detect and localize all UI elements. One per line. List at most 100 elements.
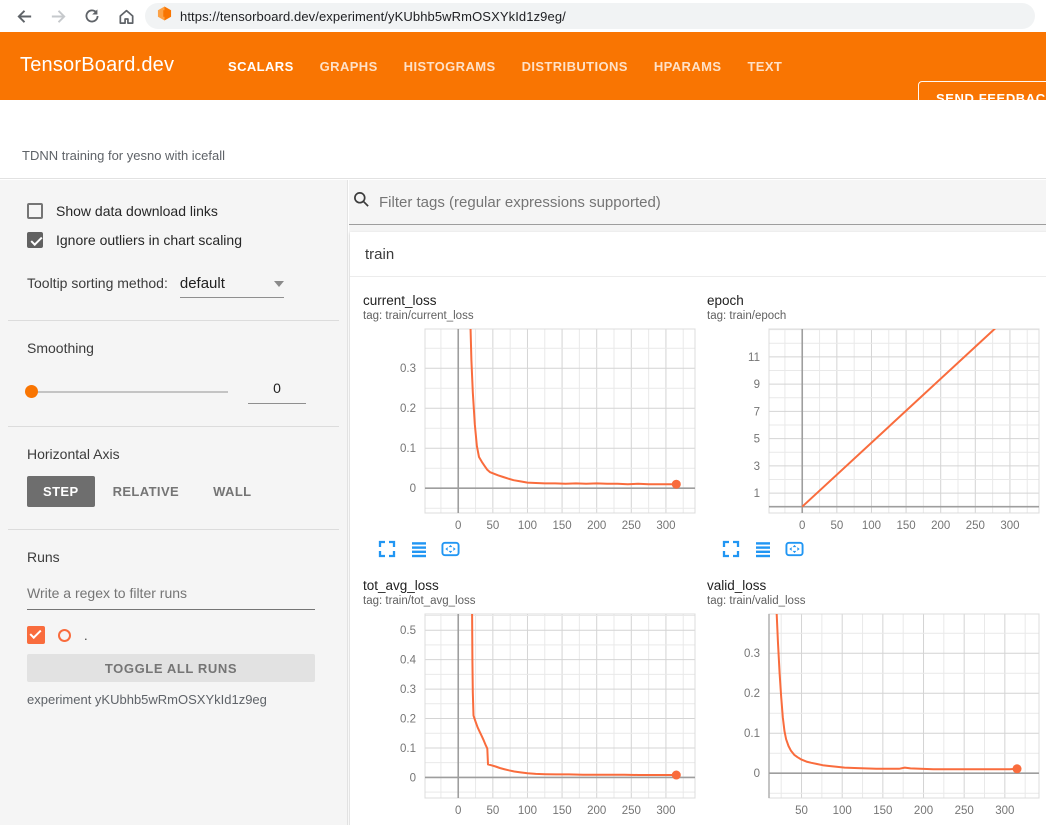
svg-text:50: 50	[486, 805, 499, 817]
run-selector-icon[interactable]	[753, 540, 772, 559]
svg-text:11: 11	[748, 352, 760, 364]
scalar-chart-card: current_loss tag: train/current_loss 050…	[360, 287, 698, 560]
runs-filter-input[interactable]	[27, 579, 315, 610]
tab-histograms[interactable]: HISTOGRAMS	[404, 59, 496, 74]
svg-text:0: 0	[799, 520, 805, 532]
chevron-down-icon	[274, 281, 284, 287]
runs-label: Runs	[27, 549, 321, 565]
tag-filter-placeholder: Filter tags (regular expressions support…	[379, 194, 661, 211]
experiment-description-strip: TDNN training for yesno with icefall	[0, 100, 1046, 179]
smoothing-slider[interactable]	[27, 391, 228, 393]
tab-hparams[interactable]: HPARAMS	[654, 59, 722, 74]
ignore-outliers-label: Ignore outliers in chart scaling	[56, 232, 242, 248]
svg-text:300: 300	[656, 805, 675, 817]
run-color-swatch-icon	[58, 629, 71, 642]
svg-text:0.4: 0.4	[400, 655, 417, 667]
svg-text:200: 200	[587, 520, 606, 532]
show-download-links-row[interactable]: Show data download links	[27, 202, 321, 220]
svg-text:7: 7	[754, 406, 760, 418]
scalar-line-chart[interactable]: 05010015020025030000.10.20.3	[363, 326, 699, 536]
svg-text:50: 50	[795, 805, 808, 817]
smoothing-slider-row: 0	[27, 380, 321, 404]
chart-toolbar	[377, 538, 698, 560]
svg-text:0: 0	[410, 772, 416, 784]
chart-tag: tag: train/current_loss	[363, 310, 698, 322]
svg-text:0.2: 0.2	[400, 714, 416, 726]
show-download-links-label: Show data download links	[56, 203, 218, 219]
experiment-description: TDNN training for yesno with icefall	[22, 148, 225, 163]
divider	[8, 426, 339, 427]
fullscreen-icon[interactable]	[377, 540, 396, 559]
tooltip-sorting-label: Tooltip sorting method:	[27, 275, 168, 291]
show-download-links-checkbox[interactable]	[27, 203, 43, 219]
section-title[interactable]: train	[350, 232, 1046, 277]
run-selector-icon[interactable]	[409, 540, 428, 559]
svg-text:9: 9	[754, 379, 760, 391]
svg-text:150: 150	[896, 520, 915, 532]
run-row[interactable]: .	[27, 626, 321, 644]
smoothing-label: Smoothing	[27, 340, 321, 356]
fullscreen-icon[interactable]	[721, 540, 740, 559]
chart-title: valid_loss	[707, 578, 1042, 593]
run-name: .	[84, 628, 88, 643]
forward-icon[interactable]	[48, 6, 68, 26]
ignore-outliers-checkbox[interactable]	[27, 232, 43, 248]
tensorboard-favicon	[157, 6, 172, 26]
smoothing-value-field[interactable]: 0	[248, 380, 306, 404]
settings-sidebar: Show data download links Ignore outliers…	[0, 180, 348, 825]
tab-text[interactable]: TEXT	[747, 59, 782, 74]
svg-text:0: 0	[754, 768, 760, 780]
chart-tag: tag: train/tot_avg_loss	[363, 595, 698, 607]
chart-title: epoch	[707, 293, 1042, 308]
tooltip-sorting-select[interactable]: default	[180, 275, 284, 298]
home-icon[interactable]	[116, 6, 136, 26]
svg-text:100: 100	[862, 520, 881, 532]
tab-graphs[interactable]: GRAPHS	[320, 59, 378, 74]
smoothing-slider-thumb[interactable]	[25, 385, 38, 398]
address-bar[interactable]: https://tensorboard.dev/experiment/yKUbh…	[145, 3, 1035, 29]
svg-text:0.3: 0.3	[744, 648, 760, 660]
svg-text:3: 3	[754, 461, 760, 473]
axis-relative-button[interactable]: RELATIVE	[97, 476, 196, 507]
svg-text:200: 200	[587, 805, 606, 817]
fit-domain-icon[interactable]	[441, 540, 460, 559]
svg-text:300: 300	[1000, 520, 1019, 532]
divider	[8, 320, 339, 321]
svg-text:0.5: 0.5	[400, 625, 416, 637]
svg-text:300: 300	[995, 805, 1014, 817]
tag-filter-row[interactable]: Filter tags (regular expressions support…	[349, 180, 1046, 225]
svg-text:0: 0	[455, 520, 461, 532]
chart-title: current_loss	[363, 293, 698, 308]
scalars-dashboard: Filter tags (regular expressions support…	[349, 180, 1046, 825]
svg-text:0.1: 0.1	[400, 443, 416, 455]
svg-text:200: 200	[931, 520, 950, 532]
svg-text:100: 100	[518, 520, 537, 532]
url-text: https://tensorboard.dev/experiment/yKUbh…	[180, 9, 566, 24]
chart-tag: tag: train/epoch	[707, 310, 1042, 322]
back-icon[interactable]	[14, 6, 34, 26]
svg-text:300: 300	[656, 520, 675, 532]
train-section-card: train current_loss tag: train/current_lo…	[350, 232, 1046, 825]
svg-text:0: 0	[455, 805, 461, 817]
run-checkbox[interactable]	[27, 626, 45, 644]
svg-text:50: 50	[830, 520, 843, 532]
scalar-line-chart[interactable]: 5010015020025030000.10.20.3	[707, 611, 1043, 821]
chart-toolbar	[721, 538, 1042, 560]
svg-text:250: 250	[622, 520, 641, 532]
brand-title: TensorBoard.dev	[20, 54, 174, 77]
horizontal-axis-label: Horizontal Axis	[27, 446, 321, 462]
fit-domain-icon[interactable]	[785, 540, 804, 559]
scalar-line-chart[interactable]: 0501001502002503001357911	[707, 326, 1043, 536]
ignore-outliers-row[interactable]: Ignore outliers in chart scaling	[27, 231, 321, 249]
tab-scalars[interactable]: SCALARS	[228, 59, 294, 74]
svg-text:200: 200	[914, 805, 933, 817]
scalar-line-chart[interactable]: 05010015020025030000.10.20.30.40.5	[363, 611, 699, 821]
tab-distributions[interactable]: DISTRIBUTIONS	[522, 59, 628, 74]
axis-step-button[interactable]: STEP	[27, 476, 95, 507]
reload-icon[interactable]	[82, 6, 102, 26]
svg-text:150: 150	[552, 520, 571, 532]
scalar-chart-card: tot_avg_loss tag: train/tot_avg_loss 050…	[360, 572, 698, 825]
toggle-all-runs-button[interactable]: TOGGLE ALL RUNS	[27, 654, 315, 682]
axis-wall-button[interactable]: WALL	[197, 476, 267, 507]
svg-text:150: 150	[873, 805, 892, 817]
